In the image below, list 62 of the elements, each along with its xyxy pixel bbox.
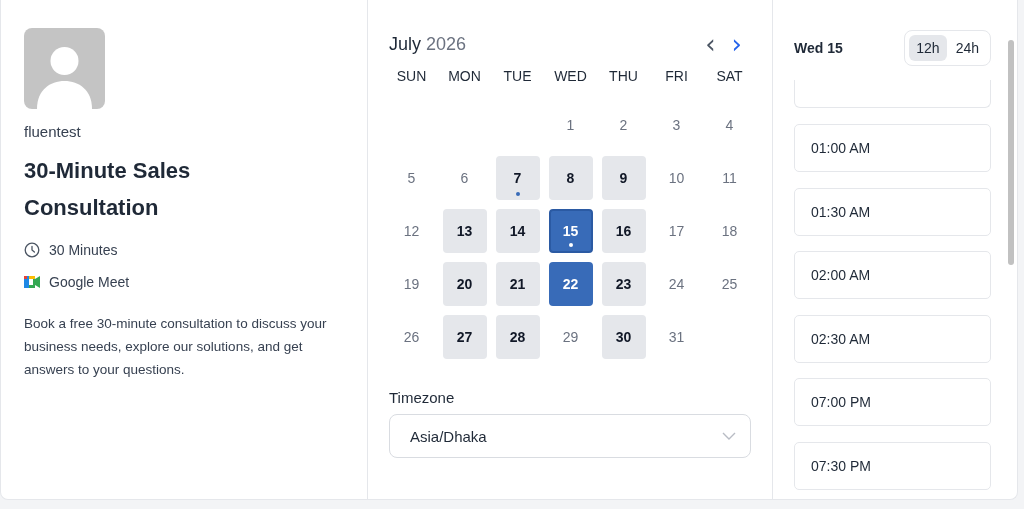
event-title: 30-Minute Sales Consultation [24, 157, 192, 222]
previous-month-button[interactable]: ‹ [697, 34, 724, 54]
day-button[interactable]: 7 [495, 155, 540, 200]
weekday-label: FRI [664, 68, 689, 86]
time-slot-button[interactable]: 01:30 AM [794, 187, 991, 236]
weekday-label: SUN [395, 68, 428, 86]
day-number: 17 [667, 221, 686, 241]
time-format-option[interactable]: 12h [909, 35, 947, 61]
day-button[interactable]: 15 [548, 208, 593, 253]
day-number: 18 [720, 221, 739, 241]
duration-text: 30 Minutes [49, 242, 118, 258]
time-slot-button[interactable]: 02:30 AM [794, 314, 991, 363]
day-number: 5 [406, 168, 417, 188]
day-number: 26 [402, 327, 421, 347]
day-button[interactable]: 8 [548, 155, 593, 200]
day-button[interactable]: 9 [601, 155, 646, 200]
event-description: Book a free 30-minute consultation to discuss your business needs, explore our solutions, and get answers to your questions. [24, 315, 328, 379]
day-number: 25 [720, 274, 739, 294]
location-text: Google Meet [49, 274, 130, 290]
weekday-label: WED [553, 68, 588, 86]
weekday-label: SAT [715, 68, 744, 86]
day-button[interactable]: 30 [601, 314, 646, 359]
day-button[interactable]: 16 [601, 208, 646, 253]
time-format-option[interactable]: 24h [948, 35, 986, 61]
day-button[interactable]: 14 [495, 208, 540, 253]
weekday-label: MON [447, 68, 482, 86]
time-slot-button[interactable]: 02:00 AM [794, 251, 991, 299]
weekday-label: TUE [502, 68, 533, 86]
chevron-down-icon [722, 432, 736, 440]
day-number: 19 [402, 274, 421, 294]
day-button[interactable]: 21 [495, 261, 540, 306]
clock-icon [24, 242, 40, 258]
day-number: 3 [671, 115, 682, 135]
selected-date: Wed 15 [794, 40, 843, 56]
time-slot-button[interactable] [794, 80, 991, 108]
day-button[interactable]: 20 [442, 261, 487, 306]
day-number: 1 [565, 115, 576, 135]
day-number: 2 [618, 115, 629, 135]
day-number: 12 [402, 221, 421, 241]
time-slot-button[interactable]: 07:00 PM [794, 378, 991, 426]
video-camera-icon [24, 275, 40, 289]
day-number: 6 [459, 168, 470, 188]
day-button[interactable]: 22 [548, 261, 593, 306]
day-number: 11 [721, 168, 738, 188]
day-button[interactable]: 23 [601, 261, 646, 306]
next-month-button[interactable]: › [723, 34, 750, 54]
day-button[interactable]: 28 [495, 314, 540, 359]
day-number: 10 [667, 168, 686, 188]
day-number: 4 [724, 115, 735, 135]
timezone-label: Timezone [389, 389, 456, 406]
day-number: 29 [561, 327, 580, 347]
time-slot-button[interactable]: 07:30 PM [794, 441, 991, 490]
day-button[interactable]: 27 [442, 314, 487, 359]
host-name: fluentest [24, 123, 82, 140]
weekday-label: THU [608, 68, 639, 86]
day-number: 24 [667, 274, 686, 294]
timezone-select[interactable]: Asia/Dhaka [389, 414, 751, 458]
avatar-icon [24, 28, 105, 109]
month-title: July 2026 [389, 33, 468, 55]
time-slot-button[interactable]: 01:00 AM [794, 124, 991, 172]
day-button[interactable]: 13 [442, 208, 487, 253]
day-number: 31 [667, 327, 686, 347]
